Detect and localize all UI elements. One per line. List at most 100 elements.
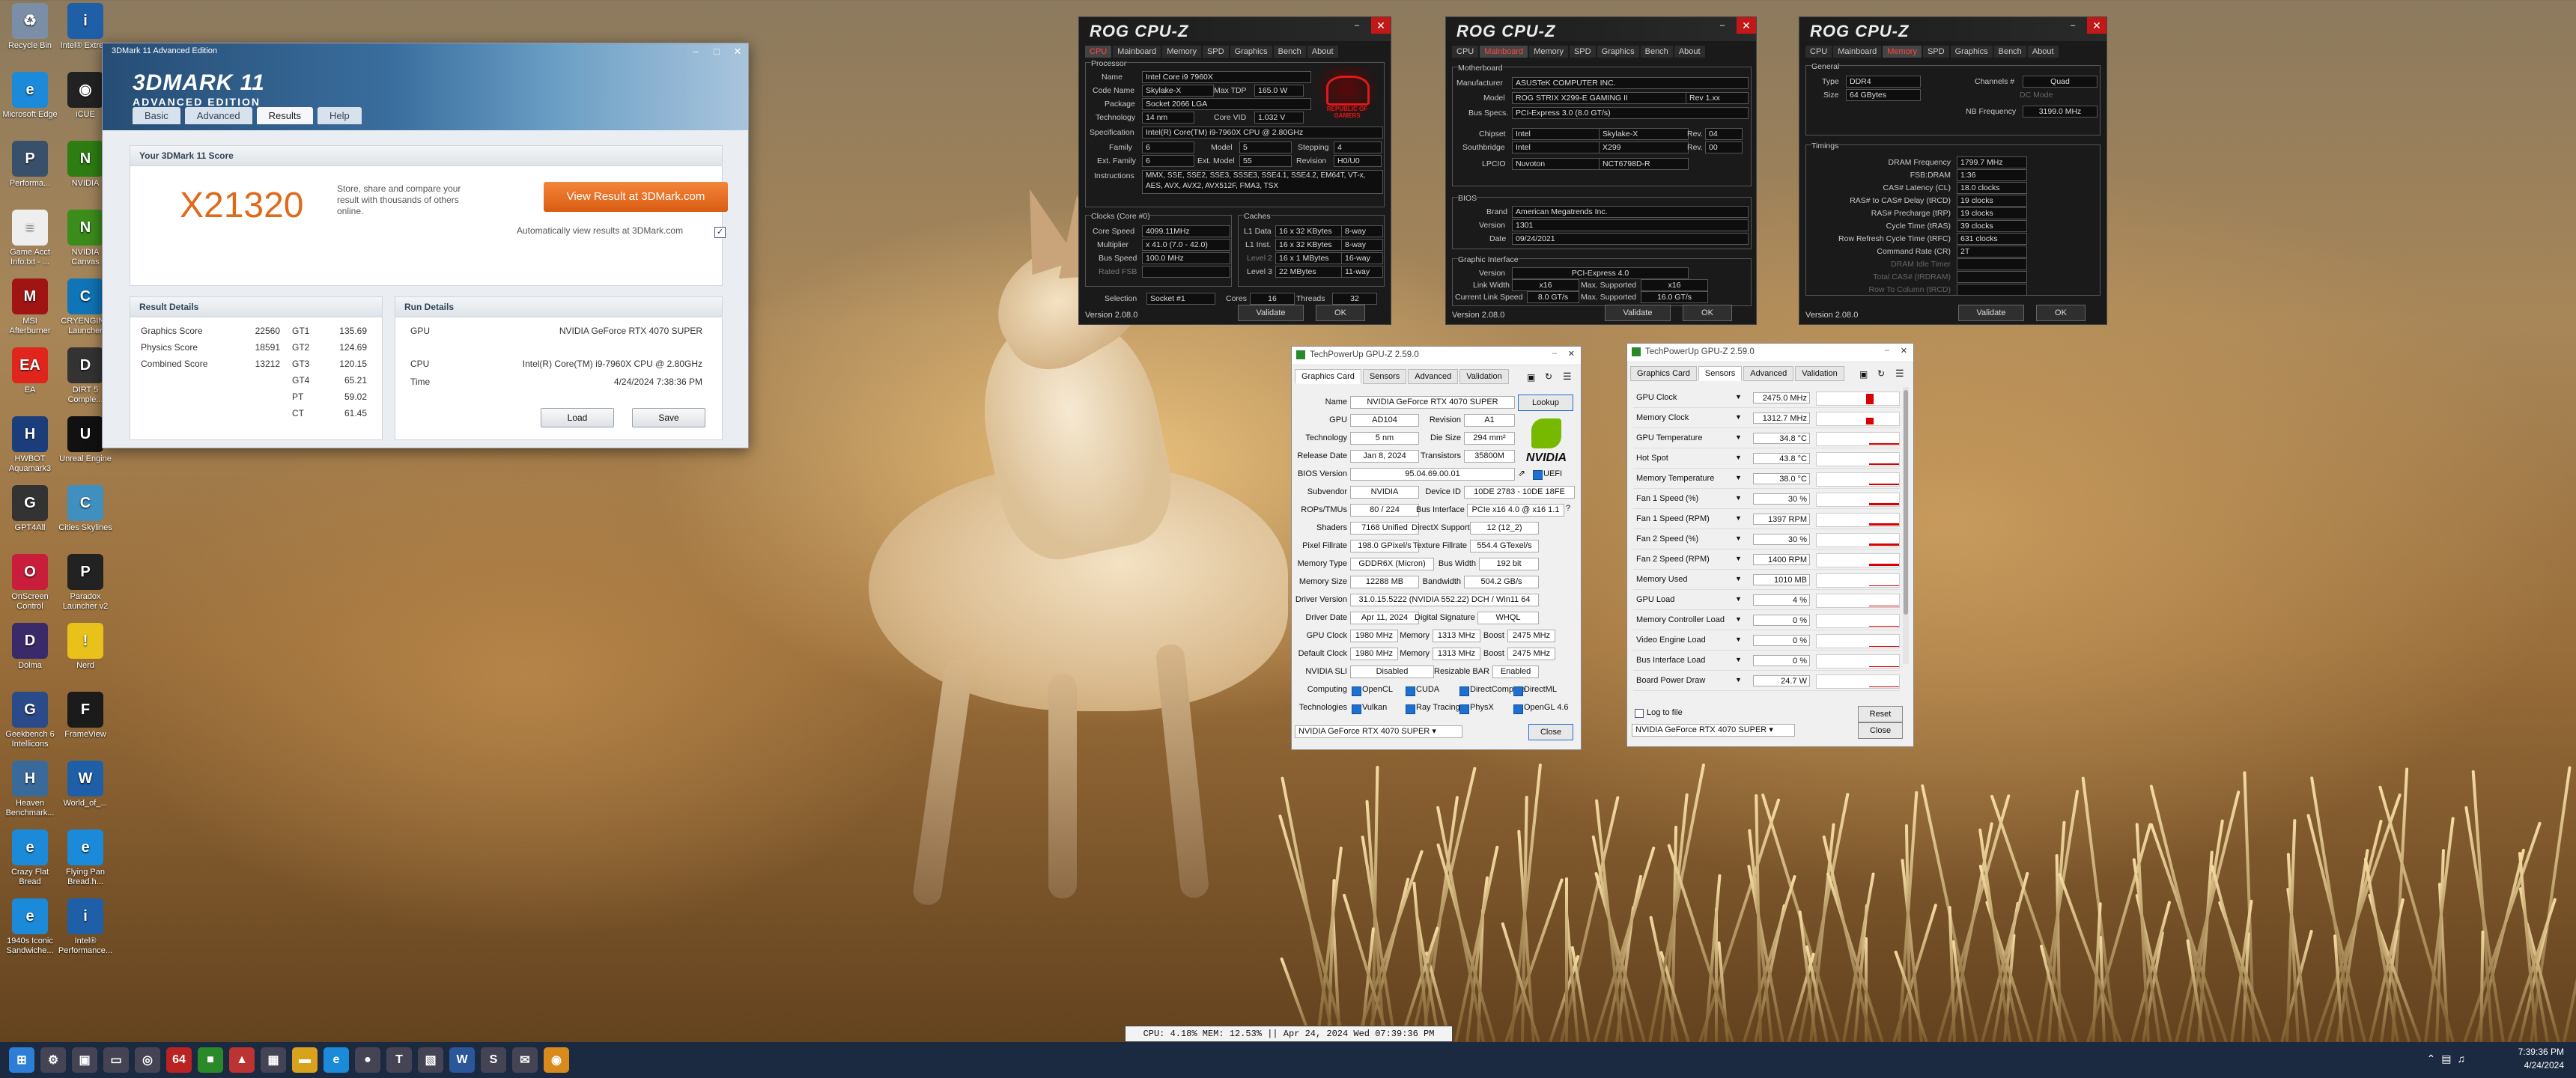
tab-results[interactable]: Results bbox=[256, 107, 313, 124]
maximize-icon[interactable]: □ bbox=[706, 43, 727, 60]
sensor-dropdown-icon[interactable]: ▼ bbox=[1735, 433, 1742, 441]
desktop-icon[interactable]: e 1940s Iconic Sandwiche... bbox=[1, 898, 58, 956]
desktop-icon[interactable]: F FrameView bbox=[57, 692, 114, 740]
tab-about[interactable]: About bbox=[1674, 46, 1705, 58]
desktop-icon[interactable]: EA EA bbox=[1, 347, 58, 395]
desktop-icon[interactable]: e Flying Pan Bread.h... bbox=[57, 829, 114, 887]
tray-icons[interactable]: ⌃▤♫ bbox=[2427, 1053, 2471, 1065]
tab-memory[interactable]: Memory bbox=[1883, 46, 1922, 58]
tab-cpu[interactable]: CPU bbox=[1085, 46, 1112, 58]
steam2-icon[interactable]: S bbox=[481, 1047, 506, 1073]
desktop-icon[interactable]: i Intel® Performance... bbox=[57, 898, 114, 956]
word-icon[interactable]: W bbox=[449, 1047, 475, 1073]
sensor-dropdown-icon[interactable]: ▼ bbox=[1735, 656, 1742, 663]
close-icon[interactable]: ✕ bbox=[2087, 17, 2106, 34]
auto-view-checkbox[interactable]: ✓ bbox=[714, 227, 726, 238]
save-button[interactable]: Save bbox=[632, 408, 705, 427]
close-button[interactable]: Close bbox=[1858, 722, 1903, 739]
tab-advanced[interactable]: Advanced bbox=[184, 107, 252, 124]
refresh-icon[interactable]: ↻ bbox=[1877, 368, 1885, 379]
card-select-dropdown[interactable]: NVIDIA GeForce RTX 4070 SUPER ▾ bbox=[1295, 725, 1462, 738]
start-icon[interactable]: ⊞ bbox=[9, 1047, 34, 1073]
sensor-dropdown-icon[interactable]: ▼ bbox=[1735, 454, 1742, 461]
menu-icon[interactable]: ☰ bbox=[1895, 368, 1904, 380]
desktop-icon[interactable]: P Performa... bbox=[1, 141, 58, 189]
view-result-button[interactable]: View Result at 3DMark.com bbox=[544, 182, 728, 212]
tab-advanced[interactable]: Advanced bbox=[1408, 369, 1459, 384]
game-icon[interactable]: ◉ bbox=[544, 1047, 569, 1073]
desktop-icon[interactable]: ♻ Recycle Bin bbox=[1, 3, 58, 51]
sensor-dropdown-icon[interactable]: ▼ bbox=[1735, 575, 1742, 582]
tab-graphics[interactable]: Graphics bbox=[1950, 46, 1993, 58]
close-icon[interactable]: ✕ bbox=[1901, 346, 1907, 356]
ok-button[interactable]: OK bbox=[2036, 305, 2086, 321]
validate-button[interactable]: Validate bbox=[1958, 305, 2024, 321]
tab-about[interactable]: About bbox=[1307, 46, 1338, 58]
teams-icon[interactable]: T bbox=[386, 1047, 412, 1073]
sensor-dropdown-icon[interactable]: ▼ bbox=[1735, 494, 1742, 502]
edge-icon[interactable]: e bbox=[323, 1047, 349, 1073]
lookup-button[interactable]: Lookup bbox=[1518, 395, 1573, 411]
tab-mainboard[interactable]: Mainboard bbox=[1113, 46, 1161, 58]
tab-mainboard[interactable]: Mainboard bbox=[1480, 46, 1528, 58]
tab-advanced[interactable]: Advanced bbox=[1743, 366, 1794, 381]
tab-spd[interactable]: SPD bbox=[1922, 46, 1949, 58]
sensor-dropdown-icon[interactable]: ▼ bbox=[1735, 676, 1742, 683]
desktop-icon[interactable]: e Microsoft Edge bbox=[1, 72, 58, 120]
steam-icon[interactable]: ◎ bbox=[135, 1047, 160, 1073]
tab-basic[interactable]: Basic bbox=[133, 107, 180, 124]
tab-sensors[interactable]: Sensors bbox=[1698, 366, 1743, 381]
ok-button[interactable]: OK bbox=[1316, 305, 1365, 321]
3dmark-icon[interactable]: ▲ bbox=[229, 1047, 255, 1073]
close-icon[interactable]: ✕ bbox=[727, 43, 748, 60]
tab-graphics[interactable]: Graphics bbox=[1597, 46, 1639, 58]
desktop-icon[interactable]: H Heaven Benchmark... bbox=[1, 761, 58, 818]
clock-time[interactable]: 7:39:36 PM bbox=[2518, 1045, 2564, 1059]
sensor-dropdown-icon[interactable]: ▼ bbox=[1735, 474, 1742, 481]
close-button[interactable]: Close bbox=[1528, 724, 1573, 740]
sensor-dropdown-icon[interactable]: ▼ bbox=[1735, 595, 1742, 603]
tab-memory[interactable]: Memory bbox=[1162, 46, 1201, 58]
cpuz-icon[interactable]: 64 bbox=[166, 1047, 192, 1073]
sensor-dropdown-icon[interactable]: ▼ bbox=[1735, 615, 1742, 623]
tab-cpu[interactable]: CPU bbox=[1452, 46, 1479, 58]
close-icon[interactable]: ✕ bbox=[1371, 17, 1391, 34]
taskview-icon[interactable]: ▣ bbox=[72, 1047, 97, 1073]
help-icon[interactable]: ? bbox=[1566, 504, 1570, 513]
validate-button[interactable]: Validate bbox=[1605, 305, 1671, 321]
desktop-icon[interactable]: ! Nerd bbox=[57, 623, 114, 671]
tab-graphics-card[interactable]: Graphics Card bbox=[1295, 369, 1361, 384]
tab-validation[interactable]: Validation bbox=[1795, 366, 1844, 381]
tab-graphics[interactable]: Graphics bbox=[1230, 46, 1272, 58]
desktop-icon[interactable]: H HWBOT Aquamark3 bbox=[1, 416, 58, 474]
settings-icon[interactable]: ⚙ bbox=[40, 1047, 66, 1073]
camera-icon[interactable]: ▣ bbox=[1527, 372, 1535, 383]
load-button[interactable]: Load bbox=[541, 408, 614, 427]
gpuz-icon[interactable]: ■ bbox=[198, 1047, 223, 1073]
desktop-icon[interactable]: W World_of_... bbox=[57, 761, 114, 808]
desktop-icon[interactable]: G GPT4All bbox=[1, 485, 58, 533]
folder-icon[interactable]: ▬ bbox=[292, 1047, 318, 1073]
ok-button[interactable]: OK bbox=[1683, 305, 1732, 321]
tab-validation[interactable]: Validation bbox=[1459, 369, 1509, 384]
tab-spd[interactable]: SPD bbox=[1202, 46, 1229, 58]
chevron-up-icon[interactable]: ⌃ bbox=[2427, 1053, 2442, 1065]
log-to-file-checkbox[interactable] bbox=[1635, 709, 1644, 718]
desktop-icon[interactable]: P Paradox Launcher v2 bbox=[57, 554, 114, 612]
sensor-dropdown-icon[interactable]: ▼ bbox=[1735, 413, 1742, 421]
tab-graphics-card[interactable]: Graphics Card bbox=[1630, 366, 1697, 381]
tab-cpu[interactable]: CPU bbox=[1805, 46, 1832, 58]
clock-date[interactable]: 4/24/2024 bbox=[2518, 1059, 2564, 1072]
store-icon[interactable]: ▦ bbox=[261, 1047, 286, 1073]
sensor-dropdown-icon[interactable]: ▼ bbox=[1735, 555, 1742, 562]
tab-memory[interactable]: Memory bbox=[1529, 46, 1568, 58]
tab-help[interactable]: Help bbox=[317, 107, 362, 124]
sensor-dropdown-icon[interactable]: ▼ bbox=[1735, 535, 1742, 542]
menu-icon[interactable]: ☰ bbox=[1563, 371, 1572, 383]
desktop-icon[interactable]: C Cities Skylines bbox=[57, 485, 114, 533]
minimize-icon[interactable]: – bbox=[685, 43, 706, 60]
desktop-icon[interactable]: O OnScreen Control bbox=[1, 554, 58, 612]
photos-icon[interactable]: ▧ bbox=[418, 1047, 443, 1073]
selection-dropdown[interactable]: Socket #1 bbox=[1146, 293, 1215, 305]
card-select-dropdown[interactable]: NVIDIA GeForce RTX 4070 SUPER ▾ bbox=[1632, 724, 1795, 737]
